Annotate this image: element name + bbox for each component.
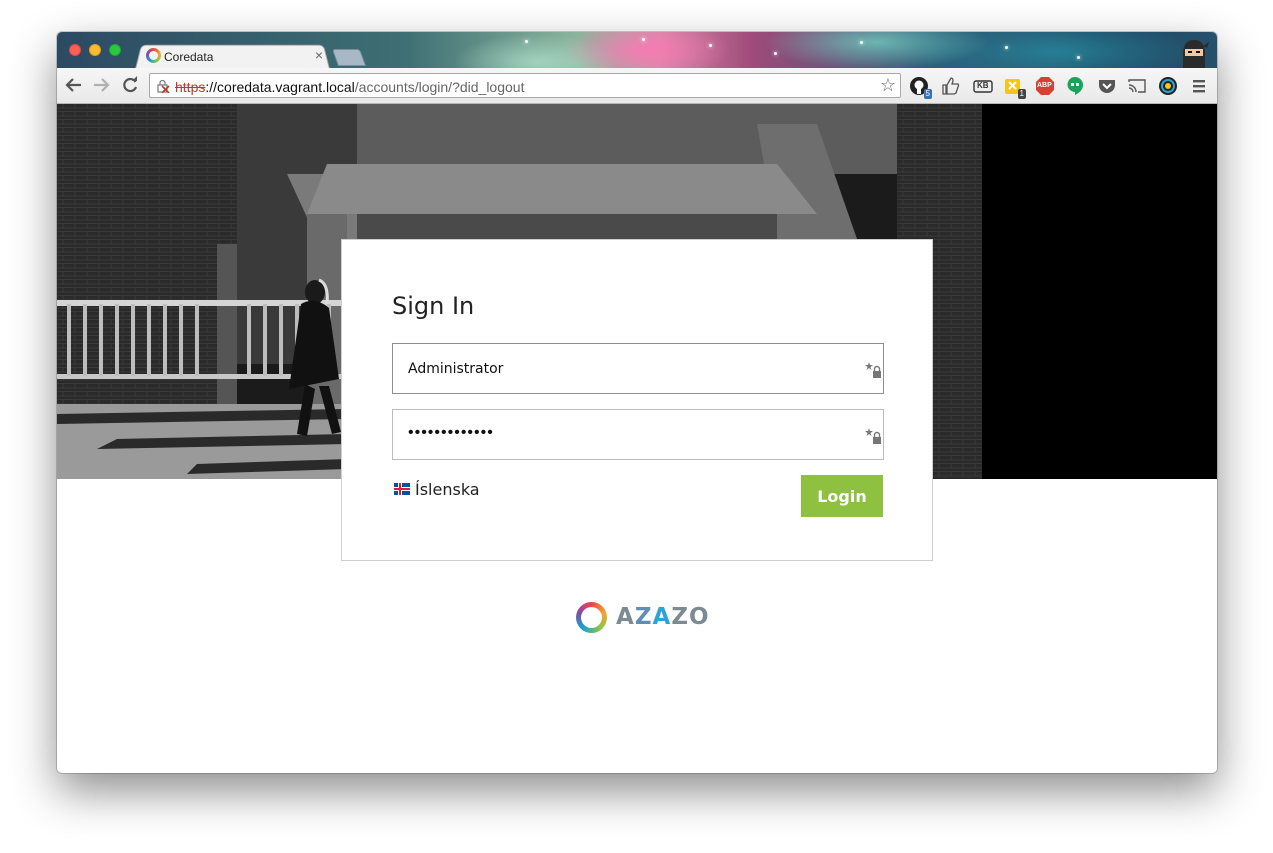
language-label: Íslenska: [415, 479, 480, 499]
reload-button[interactable]: [119, 73, 141, 97]
reload-icon: [123, 76, 138, 93]
thumbs-up-icon: [942, 77, 960, 95]
arrow-right-icon: [94, 78, 110, 92]
username-field[interactable]: [392, 343, 884, 394]
sign-in-title: Sign In: [392, 292, 475, 320]
hangouts-icon: [1067, 77, 1083, 95]
hangouts-extension[interactable]: [1065, 76, 1085, 96]
url-text: https://coredata.vagrant.local/accounts/…: [175, 79, 524, 95]
star-decoration: [1005, 46, 1008, 49]
url-path: /accounts/login/?did_logout: [354, 79, 525, 95]
language-switch[interactable]: Íslenska: [394, 479, 480, 499]
azazo-logo: AZAZO: [576, 601, 710, 633]
star-decoration: [525, 40, 528, 43]
insecure-lock-icon[interactable]: [156, 79, 170, 93]
pocket-extension[interactable]: [1097, 76, 1117, 96]
github-extension[interactable]: 5: [909, 76, 932, 99]
zoom-window-button[interactable]: [109, 44, 121, 56]
lab-badge: 1: [1017, 89, 1026, 99]
ninja-profile-icon[interactable]: [1179, 36, 1209, 68]
cast-extension[interactable]: [1127, 76, 1147, 96]
browser-toolbar: https://coredata.vagrant.local/accounts/…: [57, 68, 1217, 104]
abp-label: ABP: [1037, 82, 1052, 89]
star-decoration: [709, 44, 712, 47]
password-dots: •••••••••••••: [408, 424, 494, 441]
close-window-button[interactable]: [69, 44, 81, 56]
page-content: Sign In ••••••••••••• Ísle: [57, 104, 1217, 773]
url-host: ://coredata.vagrant.local: [205, 79, 355, 95]
pocket-icon: [1099, 80, 1115, 93]
lab-extension[interactable]: 1: [1003, 76, 1026, 99]
color-picker-extension[interactable]: [1158, 76, 1178, 96]
cast-icon: [1128, 79, 1146, 93]
password-field[interactable]: •••••••••••••: [392, 409, 884, 460]
new-tab-button[interactable]: [331, 49, 367, 66]
address-bar[interactable]: https://coredata.vagrant.local/accounts/…: [149, 73, 901, 98]
minimize-window-button[interactable]: [89, 44, 101, 56]
url-scheme: https: [175, 79, 206, 95]
star-decoration: [642, 38, 645, 41]
tab-title: Coredata: [164, 50, 214, 64]
username-input[interactable]: [393, 344, 883, 393]
github-badge: 5: [923, 89, 932, 99]
azazo-wordmark: AZAZO: [616, 604, 710, 630]
bookmark-star-icon[interactable]: ☆: [880, 75, 896, 96]
adblock-extension[interactable]: ABP: [1035, 76, 1055, 96]
forward-button[interactable]: [90, 73, 112, 97]
azazo-ring-icon: [576, 601, 607, 633]
browser-window: Coredata × https://coredata.vagrant.loca…: [57, 32, 1217, 773]
kb-extension[interactable]: KB: [973, 76, 993, 96]
chrome-menu-button[interactable]: [1189, 76, 1209, 96]
tab-strip: Coredata ×: [57, 32, 1217, 69]
star-decoration: [774, 52, 777, 55]
color-picker-icon: [1159, 77, 1177, 95]
coredata-favicon-icon: [146, 48, 161, 63]
password-manager-icon[interactable]: [865, 427, 883, 445]
tab-close-icon[interactable]: ×: [315, 47, 323, 63]
menu-icon: [1193, 80, 1205, 93]
login-card: Sign In ••••••••••••• Ísle: [341, 239, 933, 561]
login-button[interactable]: Login: [801, 475, 883, 517]
password-manager-icon[interactable]: [865, 361, 883, 379]
arrow-left-icon: [65, 78, 81, 92]
kb-label: KB: [977, 81, 989, 90]
thumbs-up-extension[interactable]: [941, 76, 961, 96]
iceland-flag-icon: [394, 483, 410, 495]
back-button[interactable]: [63, 73, 85, 97]
star-decoration: [860, 41, 863, 44]
tab-coredata-content[interactable]: Coredata ×: [145, 46, 327, 68]
star-decoration: [1077, 56, 1080, 59]
